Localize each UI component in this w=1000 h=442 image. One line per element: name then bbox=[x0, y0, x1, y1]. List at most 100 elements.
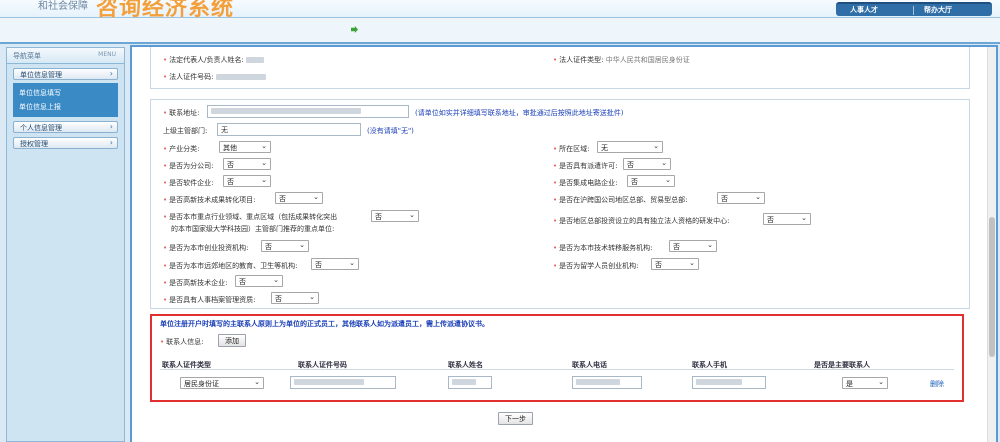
key-area-row: • 是否本市重点行业领域、重点区域（包括成果转化突出 bbox=[163, 212, 337, 222]
legal-id-type-row: • 法人证件类型: 中华人民共和国居民身份证 bbox=[553, 55, 690, 65]
required-dot-icon: • bbox=[163, 296, 168, 304]
software-select[interactable]: 否 ⌄ bbox=[223, 175, 271, 187]
branch-row: • 是否为分公司: bbox=[163, 161, 214, 171]
scrollbar[interactable] bbox=[987, 47, 996, 442]
chevron-down-icon: ⌄ bbox=[273, 276, 279, 284]
hr-archive-select[interactable]: 否 ⌄ bbox=[271, 292, 319, 304]
required-dot-icon: • bbox=[553, 262, 558, 270]
required-dot-icon: • bbox=[163, 145, 168, 153]
next-step-button[interactable]: 下一步 bbox=[498, 412, 533, 425]
sidebar: 导航菜单 MENU 单位信息管理 › 单位信息填写 单位信息上报 个人信息管理 … bbox=[6, 47, 125, 442]
legal-id-no-row: • 法人证件号码: bbox=[163, 72, 266, 82]
key-area-label-1: 是否本市重点行业领域、重点区域（包括成果转化突出 bbox=[169, 213, 338, 221]
hr-archive-label: 是否具有人事档案管理资质: bbox=[169, 296, 256, 304]
add-contact-button[interactable]: 添加 bbox=[218, 334, 246, 347]
forward-arrow-icon[interactable] bbox=[351, 26, 358, 33]
chevron-down-icon: ⌄ bbox=[661, 159, 667, 167]
address-hint: (请单位如实并详细填写联系地址，审批通过后按照此地址寄送批件) bbox=[415, 109, 624, 117]
redacted-value bbox=[576, 379, 620, 385]
software-value: 否 bbox=[227, 178, 234, 186]
dispatch-value: 否 bbox=[627, 161, 634, 169]
branch-select[interactable]: 否 ⌄ bbox=[223, 158, 271, 170]
dispatch-label: 是否具有派遣许可: bbox=[559, 162, 618, 170]
tech-transfer-value: 否 bbox=[673, 243, 680, 251]
chevron-down-icon: ⌄ bbox=[653, 142, 659, 150]
hq-select[interactable]: 否 ⌄ bbox=[717, 192, 765, 204]
hitech-row: • 是否高新技术企业: bbox=[163, 278, 228, 288]
dispatch-select[interactable]: 否 ⌄ bbox=[623, 158, 671, 170]
chevron-down-icon: ⌄ bbox=[299, 241, 305, 249]
sidebar-group-label: 个人信息管理 bbox=[20, 124, 62, 132]
required-dot-icon: • bbox=[553, 196, 558, 204]
nav-service-hall[interactable]: 帮办大厅 bbox=[924, 5, 952, 15]
rd-center-select[interactable]: 否 ⌄ bbox=[763, 213, 811, 225]
table-divider bbox=[160, 369, 954, 370]
contact-is-main-select[interactable]: 是 ⌄ bbox=[842, 377, 888, 389]
region-row: • 所在区域: bbox=[553, 144, 590, 154]
contact-id-no-input[interactable] bbox=[290, 376, 396, 389]
software-row: • 是否软件企业: bbox=[163, 178, 214, 188]
legal-rep-panel: • 法定代表人/负责人姓名: • 法人证件类型: 中华人民共和国居民身份证 • 法人证… bbox=[150, 47, 970, 89]
industry-label: 产业分类: bbox=[169, 145, 200, 153]
sidebar-item-unit-report[interactable]: 单位信息上报 bbox=[13, 100, 118, 114]
tech-transfer-select[interactable]: 否 ⌄ bbox=[669, 240, 717, 252]
required-dot-icon: • bbox=[163, 109, 168, 117]
legal-id-type-value: 中华人民共和国居民身份证 bbox=[605, 56, 690, 64]
required-dot-icon: • bbox=[163, 56, 168, 64]
sidebar-header: 导航菜单 MENU bbox=[7, 48, 124, 64]
hq-value: 否 bbox=[721, 195, 728, 203]
branch-value: 否 bbox=[227, 161, 234, 169]
industry-select[interactable]: 其他 ⌄ bbox=[219, 141, 271, 153]
sidebar-group-unit-info[interactable]: 单位信息管理 › bbox=[13, 68, 118, 80]
required-dot-icon: • bbox=[553, 217, 558, 225]
region-select[interactable]: 无 ⌄ bbox=[597, 141, 663, 153]
nav-hr-talent[interactable]: 人事人才 bbox=[850, 5, 878, 15]
redacted-value bbox=[211, 108, 361, 114]
overseas-label: 是否为留学人员创业机构: bbox=[559, 262, 639, 270]
region-label: 所在区域: bbox=[559, 145, 590, 153]
supervisor-input[interactable]: 无 bbox=[217, 123, 361, 136]
chevron-down-icon: ⌄ bbox=[707, 241, 713, 249]
address-input[interactable] bbox=[207, 105, 409, 118]
chevron-down-icon: ⌄ bbox=[689, 259, 695, 267]
key-area-select[interactable]: 否 ⌄ bbox=[371, 210, 419, 222]
hq-label: 是否在沪跨国公司地区总部、贸易型总部: bbox=[559, 196, 688, 204]
chevron-down-icon: ⌄ bbox=[309, 293, 315, 301]
overseas-select[interactable]: 否 ⌄ bbox=[651, 258, 699, 270]
remote-select[interactable]: 否 ⌄ bbox=[311, 258, 359, 270]
hitech-transform-select[interactable]: 否 ⌄ bbox=[275, 192, 323, 204]
required-dot-icon: • bbox=[163, 213, 168, 221]
sidebar-group-label: 授权管理 bbox=[20, 140, 48, 148]
scrollbar-thumb[interactable] bbox=[989, 217, 995, 357]
required-dot-icon: • bbox=[553, 162, 558, 170]
redacted-value bbox=[452, 379, 476, 385]
chevron-down-icon: ⌄ bbox=[665, 176, 671, 184]
sidebar-group-personal-info[interactable]: 个人信息管理 › bbox=[13, 121, 118, 133]
hitech-transform-value: 否 bbox=[279, 195, 286, 203]
contact-id-type-select[interactable]: 居民身份证 ⌄ bbox=[180, 377, 264, 389]
redacted-value bbox=[294, 379, 364, 385]
sidebar-title: 导航菜单 bbox=[13, 52, 41, 60]
sidebar-group-authorization[interactable]: 授权管理 › bbox=[13, 137, 118, 149]
contact-name-input[interactable] bbox=[448, 376, 492, 389]
contact-mobile-input[interactable] bbox=[692, 376, 766, 389]
remote-row: • 是否为本市远郊地区的教育、卫生等机构: bbox=[163, 261, 298, 271]
chevron-down-icon: ⌄ bbox=[801, 214, 807, 222]
ic-select[interactable]: 否 ⌄ bbox=[627, 175, 675, 187]
hq-row: • 是否在沪跨国公司地区总部、贸易型总部: bbox=[553, 195, 688, 205]
delete-contact-link[interactable]: 删除 bbox=[930, 379, 944, 389]
hitech-select[interactable]: 否 ⌄ bbox=[235, 275, 283, 287]
venture-select[interactable]: 否 ⌄ bbox=[261, 240, 309, 252]
chevron-down-icon: ⌄ bbox=[755, 193, 761, 201]
required-dot-icon: • bbox=[163, 179, 168, 187]
top-header: 和社会保障 咨询经济系统 人事人才 帮办大厅 bbox=[0, 0, 1000, 21]
chevron-right-icon: › bbox=[109, 122, 113, 131]
chevron-down-icon: ⌄ bbox=[409, 211, 415, 219]
required-dot-icon: • bbox=[163, 73, 168, 81]
sidebar-item-unit-fill[interactable]: 单位信息填写 bbox=[13, 86, 118, 100]
contact-info-row: • 联系人信息: bbox=[160, 337, 204, 347]
contact-phone-input[interactable] bbox=[572, 376, 642, 389]
chevron-down-icon: ⌄ bbox=[878, 378, 884, 386]
chevron-right-icon: › bbox=[109, 138, 113, 147]
sidebar-submenu: 单位信息填写 单位信息上报 bbox=[13, 83, 118, 117]
